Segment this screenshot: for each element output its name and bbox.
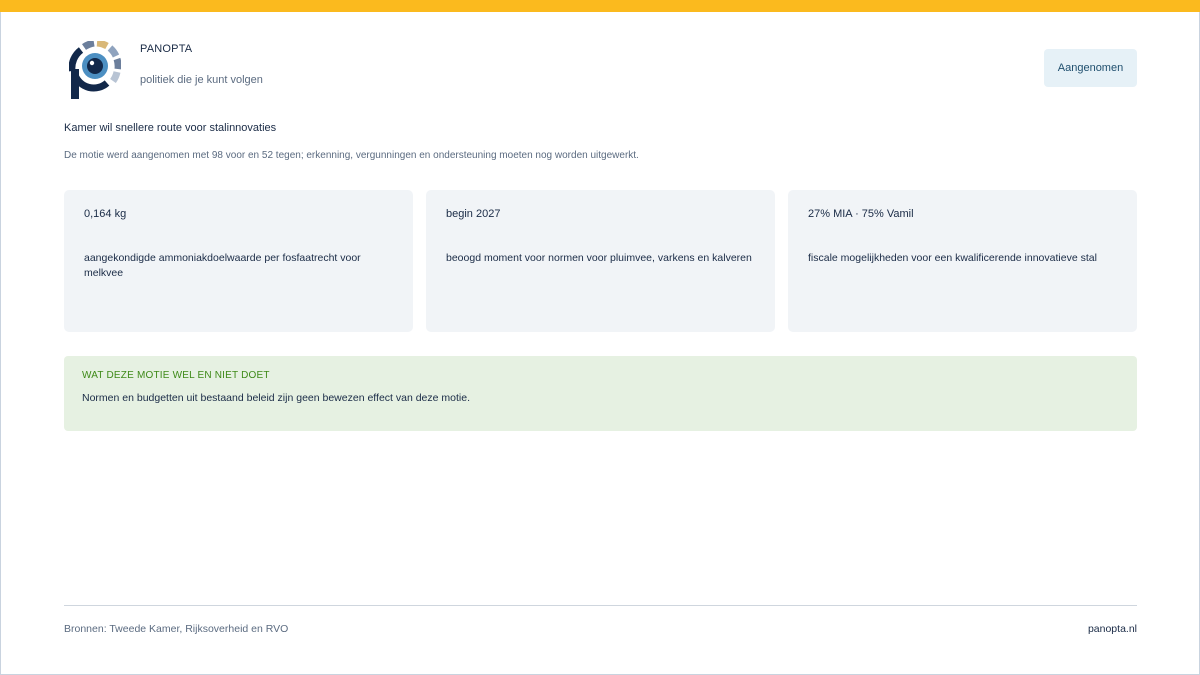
- stat-value: 0,164 kg: [84, 208, 127, 220]
- brand-tagline: politiek die je kunt volgen: [140, 74, 263, 86]
- panopta-eye-logo-icon: [69, 41, 121, 99]
- status-badge: Aangenomen: [1044, 49, 1137, 87]
- motion-scope-note: WAT DEZE MOTIE WEL EN NIET DOET Normen e…: [64, 356, 1137, 431]
- brand-name: PANOPTA: [140, 43, 193, 55]
- footer-divider: [64, 605, 1137, 606]
- stat-description: aangekondigde ammoniakdoelwaarde per fos…: [84, 252, 361, 279]
- stat-description: beoogd moment voor normen voor pluimvee,…: [446, 252, 752, 264]
- stat-description: fiscale mogelijkheden voor een kwalifice…: [808, 252, 1097, 264]
- stat-value: begin 2027: [446, 208, 501, 220]
- note-text: Normen en budgetten uit bestaand beleid …: [82, 392, 470, 404]
- footer-site-link[interactable]: panopta.nl: [1088, 623, 1137, 635]
- accent-bar: [0, 0, 1200, 12]
- footer-sources: Bronnen: Tweede Kamer, Rijksoverheid en …: [64, 623, 289, 635]
- page-frame: [0, 0, 1200, 675]
- stat-card-timing: begin 2027 beoogd moment voor normen voo…: [426, 190, 775, 332]
- page-summary: De motie werd aangenomen met 98 voor en …: [64, 150, 639, 161]
- stat-card-ammonia: 0,164 kg aangekondigde ammoniakdoelwaard…: [64, 190, 413, 332]
- note-title: WAT DEZE MOTIE WEL EN NIET DOET: [82, 370, 270, 381]
- page-title: Kamer wil snellere route voor stalinnova…: [64, 122, 277, 134]
- stat-value: 27% MIA · 75% Vamil: [808, 208, 914, 220]
- stat-card-fiscal: 27% MIA · 75% Vamil fiscale mogelijkhede…: [788, 190, 1137, 332]
